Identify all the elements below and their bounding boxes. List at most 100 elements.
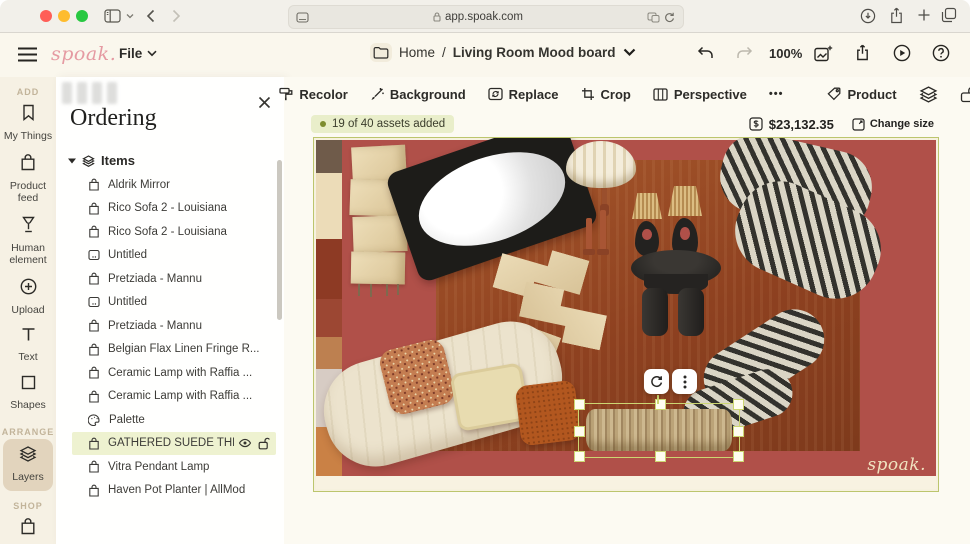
rail-item-this-design[interactable]: This Design bbox=[0, 513, 56, 544]
file-menu[interactable]: File bbox=[119, 46, 157, 61]
selection-handle[interactable] bbox=[733, 451, 744, 462]
orange-pillow-item[interactable] bbox=[515, 380, 582, 447]
palette-swatch[interactable] bbox=[316, 173, 342, 239]
selection-handle[interactable] bbox=[574, 426, 585, 437]
layer-row[interactable]: Vitra Pendant Lamp bbox=[56, 455, 278, 479]
mood-board-canvas[interactable]: spoak. bbox=[313, 137, 939, 492]
hamburger-menu-icon[interactable] bbox=[17, 47, 38, 62]
layer-row[interactable]: Ceramic Lamp with Raffia ... bbox=[56, 361, 278, 385]
layer-order-icon[interactable] bbox=[919, 86, 938, 103]
selection-frame[interactable] bbox=[578, 403, 740, 458]
rail-item-product-feed[interactable]: Product feed bbox=[0, 149, 56, 211]
lock-icon bbox=[433, 12, 441, 22]
page-settings-icon[interactable] bbox=[296, 12, 309, 23]
palette-swatch[interactable] bbox=[316, 140, 342, 173]
rotate-button[interactable] bbox=[644, 369, 669, 394]
browser-chrome: app.spoak.com bbox=[0, 0, 970, 33]
layer-row-label: Untitled bbox=[108, 296, 272, 308]
kebab-menu-icon bbox=[683, 375, 687, 389]
layer-row[interactable]: Haven Pot Planter | AllMod bbox=[56, 479, 278, 503]
layer-row[interactable]: Ceramic Lamp with Raffia ... bbox=[56, 385, 278, 409]
export-icon[interactable] bbox=[855, 44, 870, 61]
pendant-lamp-item[interactable] bbox=[566, 141, 636, 188]
sidebar-toggle-icon[interactable] bbox=[104, 9, 121, 23]
layer-row-label: Pretziada - Mannu bbox=[108, 273, 272, 285]
candlestick-item[interactable] bbox=[586, 218, 592, 250]
breadcrumb-current[interactable]: Living Room Mood board bbox=[453, 45, 616, 60]
bag-icon bbox=[88, 390, 100, 403]
chevron-down-icon bbox=[147, 50, 157, 57]
selection-handle[interactable] bbox=[574, 451, 585, 462]
palette-swatch[interactable] bbox=[316, 299, 342, 337]
breadcrumb[interactable]: Home / Living Room Mood board bbox=[370, 43, 636, 62]
new-tab-icon[interactable] bbox=[917, 8, 931, 22]
layer-row[interactable]: Rico Sofa 2 - Louisiana bbox=[56, 197, 278, 221]
downloads-icon[interactable] bbox=[860, 8, 876, 24]
rail-item-my-things[interactable]: My Things bbox=[0, 99, 56, 149]
bag-icon bbox=[88, 272, 100, 285]
rail-item-text[interactable]: Text bbox=[0, 322, 56, 370]
help-icon[interactable] bbox=[932, 44, 950, 62]
rail-item-upload[interactable]: Upload bbox=[0, 273, 56, 323]
zoom-level[interactable]: 100% bbox=[769, 46, 802, 61]
selection-handle[interactable] bbox=[733, 426, 744, 437]
layer-row[interactable]: Untitled bbox=[56, 244, 278, 268]
unlock-icon[interactable] bbox=[960, 86, 970, 103]
redo-icon[interactable] bbox=[736, 46, 753, 61]
eye-icon[interactable] bbox=[238, 438, 252, 448]
chevron-down-icon bbox=[623, 48, 636, 57]
reload-icon[interactable] bbox=[664, 12, 675, 23]
layer-row-label: Untitled bbox=[108, 249, 272, 261]
total-price[interactable]: $23,132.35 bbox=[749, 117, 834, 132]
background-button[interactable]: Background bbox=[370, 87, 466, 102]
play-icon[interactable] bbox=[893, 44, 911, 62]
selection-handle[interactable] bbox=[655, 451, 666, 462]
undo-icon[interactable] bbox=[697, 46, 714, 61]
layer-row[interactable]: Aldrik Mirror bbox=[56, 173, 278, 197]
address-bar[interactable]: app.spoak.com bbox=[288, 5, 684, 29]
items-group-header[interactable]: Items bbox=[68, 153, 135, 168]
tab-overview-icon[interactable] bbox=[941, 7, 957, 23]
layer-row[interactable]: Belgian Flax Linen Fringe R... bbox=[56, 338, 278, 362]
layer-row[interactable]: Pretziada - Mannu bbox=[56, 314, 278, 338]
layers-list: Aldrik Mirror Rico Sofa 2 - Louisiana Ri… bbox=[56, 173, 278, 544]
rail-item-layers[interactable]: Layers bbox=[3, 439, 53, 491]
spoak-logo[interactable]: spoak. bbox=[51, 43, 116, 65]
more-tools-button[interactable]: ••• bbox=[769, 88, 784, 100]
rail-item-human-element[interactable]: Human element bbox=[0, 211, 56, 273]
change-size-button[interactable]: Change size bbox=[852, 118, 934, 131]
candlestick-item[interactable] bbox=[600, 210, 606, 250]
striped-sofa-item[interactable] bbox=[712, 142, 882, 307]
item-menu-button[interactable] bbox=[672, 369, 697, 394]
back-icon[interactable] bbox=[146, 9, 155, 23]
page-actions-icon[interactable] bbox=[647, 12, 660, 23]
layer-row[interactable]: Palette bbox=[56, 408, 278, 432]
paint-roller-icon bbox=[279, 87, 293, 102]
app-header: spoak. File Home / Living Room Mood boar… bbox=[0, 33, 970, 77]
rail-item-shapes[interactable]: Shapes bbox=[0, 370, 56, 418]
close-panel-icon[interactable] bbox=[258, 96, 271, 109]
palette-swatch[interactable] bbox=[316, 337, 342, 369]
layer-row[interactable]: Rico Sofa 2 - Louisiana bbox=[56, 220, 278, 244]
palette-swatch[interactable] bbox=[316, 239, 342, 299]
selection-handle[interactable] bbox=[733, 399, 744, 410]
zoom-window-button[interactable] bbox=[76, 10, 88, 22]
share-icon[interactable] bbox=[889, 7, 904, 24]
layer-row[interactable]: Pretziada - Mannu bbox=[56, 267, 278, 291]
close-window-button[interactable] bbox=[40, 10, 52, 22]
unlock-icon[interactable] bbox=[258, 437, 270, 450]
replace-button[interactable]: Replace bbox=[488, 87, 559, 102]
forward-icon[interactable] bbox=[172, 9, 181, 23]
panel-scrollbar[interactable] bbox=[277, 160, 282, 320]
layer-row[interactable]: Untitled bbox=[56, 291, 278, 315]
layer-row[interactable]: GATHERED SUEDE THROW... bbox=[72, 432, 276, 456]
chevron-down-icon[interactable] bbox=[126, 13, 134, 19]
perspective-button[interactable]: Perspective bbox=[653, 87, 747, 102]
product-button[interactable]: Product bbox=[827, 87, 896, 102]
selection-handle[interactable] bbox=[574, 399, 585, 410]
crop-button[interactable]: Crop bbox=[581, 87, 631, 102]
add-image-icon[interactable] bbox=[814, 45, 833, 62]
minimize-window-button[interactable] bbox=[58, 10, 70, 22]
recolor-button[interactable]: Recolor bbox=[279, 87, 347, 102]
breadcrumb-root[interactable]: Home bbox=[399, 45, 435, 60]
